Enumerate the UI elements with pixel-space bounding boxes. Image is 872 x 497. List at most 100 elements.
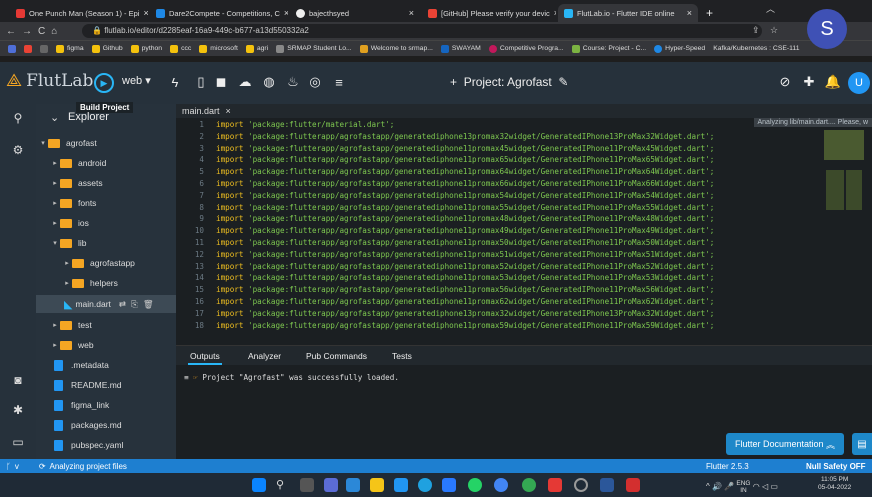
bookmark-item[interactable]: Github (91, 44, 123, 53)
code-line[interactable]: import 'package:flutterapp/agrofastapp/g… (216, 155, 714, 164)
tree-folder[interactable]: ▸ ios (36, 214, 176, 232)
firebase-icon[interactable]: ♨ (284, 73, 302, 91)
shield-icon[interactable] (548, 478, 562, 492)
tree-folder[interactable]: ▸ web (36, 336, 176, 354)
editor-tab-main-dart[interactable]: main.dart × (182, 104, 231, 118)
code-line[interactable]: import 'package:flutterapp/agrofastapp/g… (216, 262, 714, 271)
monitor-icon[interactable]: ▭ (10, 434, 26, 450)
run-button[interactable]: ▶ (94, 73, 114, 93)
store-icon[interactable] (394, 478, 408, 492)
code-line[interactable]: import 'package:flutterapp/agrofastapp/g… (216, 309, 714, 318)
github-icon[interactable]: ◍ (260, 73, 278, 91)
close-icon[interactable]: × (284, 8, 288, 18)
device-icon[interactable]: ▯ (192, 73, 210, 91)
add-user-icon[interactable]: ✚ (800, 73, 818, 91)
user-avatar[interactable]: U (848, 72, 870, 94)
code-line[interactable]: import 'package:flutterapp/agrofastapp/g… (216, 132, 714, 141)
tree-folder[interactable]: ▸ agrofastapp (36, 254, 176, 272)
hot-reload-icon[interactable]: ϟ (166, 73, 184, 91)
bookmark-item[interactable]: Competitive Progra... (488, 44, 564, 53)
share-icon[interactable]: ⇪ (752, 25, 760, 36)
tree-file[interactable]: .metadata (36, 356, 176, 374)
close-icon[interactable]: × (226, 106, 231, 116)
tree-folder[interactable]: ▾ lib (36, 234, 176, 252)
move-icon[interactable]: ⇄ (119, 299, 126, 310)
messenger-icon[interactable] (442, 478, 456, 492)
browser-tab[interactable]: One Punch Man (Season 1) - Epi × (10, 4, 148, 22)
flutter-documentation-button[interactable]: Flutter Documentation ︽ (726, 433, 844, 455)
obs-icon[interactable] (574, 478, 588, 492)
minimap[interactable] (824, 130, 864, 220)
bookmark-item[interactable]: figma (56, 44, 84, 53)
close-icon[interactable]: × (554, 8, 556, 18)
search-icon[interactable]: ⚲ (10, 110, 26, 126)
tab-outputs[interactable]: Outputs (190, 351, 220, 361)
tab-analyzer[interactable]: Analyzer (248, 351, 281, 361)
settings-icon[interactable]: ◎ (306, 73, 324, 91)
save-icon[interactable]: ◼ (212, 73, 230, 91)
theme-icon[interactable]: ⊘ (776, 73, 794, 91)
collapse-icon[interactable]: ⌄ (50, 111, 59, 124)
tree-folder[interactable]: ▸ assets (36, 174, 176, 192)
bug-icon[interactable]: ✱ (10, 402, 26, 418)
task-view-icon[interactable] (300, 478, 314, 492)
tree-folder[interactable]: ▸ android (36, 154, 176, 172)
teams-icon[interactable] (346, 478, 360, 492)
whatsapp-icon[interactable] (468, 478, 482, 492)
browser-tab[interactable]: [GitHub] Please verify your devic× (422, 4, 556, 22)
home-icon[interactable]: ⌂ (51, 26, 57, 37)
bookmark-item[interactable]: python (130, 44, 162, 53)
word-icon[interactable] (600, 478, 614, 492)
project-title[interactable]: + Project: Agrofast ✎ (450, 75, 568, 89)
close-icon[interactable]: × (143, 8, 148, 18)
branch-selector[interactable]: v (15, 462, 19, 471)
flutter-version[interactable]: Flutter 2.5.3 (706, 462, 749, 471)
edge-icon[interactable] (418, 478, 432, 492)
bookmark-item[interactable]: Hyper-Speed (654, 44, 705, 53)
tree-folder[interactable]: ▸ helpers (36, 274, 176, 292)
profile-avatar[interactable]: S (807, 9, 847, 49)
system-tray[interactable]: ^ 🔊 🎤 ENG IN ◠ ◁ ▭ (706, 480, 778, 494)
code-line[interactable]: import 'package:flutterapp/agrofastapp/g… (216, 297, 714, 306)
windows-start-icon[interactable] (252, 478, 266, 492)
delete-icon[interactable]: 🗑 (143, 299, 154, 310)
bookmark-misc[interactable] (40, 44, 48, 53)
target-select[interactable]: web ▾ (122, 74, 151, 87)
code-line[interactable]: import 'package:flutterapp/agrofastapp/g… (216, 250, 714, 259)
tree-folder[interactable]: ▸ test (36, 316, 176, 334)
file-explorer-icon[interactable] (370, 478, 384, 492)
tree-file[interactable]: README.md (36, 376, 176, 394)
bookmark-item[interactable]: Course: Project - C... (571, 44, 646, 53)
tree-file[interactable]: packages.md (36, 416, 176, 434)
code-line[interactable]: import 'package:flutterapp/agrofastapp/g… (216, 214, 714, 223)
copy-icon[interactable]: ⎘ (131, 299, 138, 310)
code-line[interactable]: import 'package:flutterapp/agrofastapp/g… (216, 179, 714, 188)
tree-folder[interactable]: ▸ fonts (36, 194, 176, 212)
code-line[interactable]: import 'package:flutterapp/agrofastapp/g… (216, 144, 714, 153)
bookmark-item[interactable]: Kafka/Kubernetes : CSE-111 (713, 45, 799, 52)
tree-file[interactable]: pubspec.yaml (36, 436, 176, 454)
pdf-icon[interactable] (626, 478, 640, 492)
tab-tests[interactable]: Tests (392, 351, 412, 361)
code-editor[interactable]: Analyzing lib/main.dart.... Please, w 1 i… (176, 118, 872, 345)
forward-icon[interactable]: → (22, 26, 32, 37)
clock[interactable]: 11:05 PM 05-04-2022 (818, 476, 851, 492)
format-icon[interactable]: ≡ (330, 73, 348, 91)
tree-file[interactable]: figma_link (36, 396, 176, 414)
gear-icon[interactable]: ⚙ (10, 142, 26, 158)
close-icon[interactable]: × (409, 8, 414, 18)
chat-button[interactable]: ▤ (852, 433, 872, 455)
pencil-icon[interactable]: ✎ (558, 75, 568, 89)
code-line[interactable]: import 'package:flutter/material.dart'; (216, 120, 394, 129)
bookmark-apps[interactable] (8, 44, 16, 53)
chrome-profile-icon[interactable] (522, 478, 536, 492)
browser-tab[interactable]: bajecthsyed × (290, 4, 420, 22)
code-line[interactable]: import 'package:flutterapp/agrofastapp/g… (216, 203, 714, 212)
star-icon[interactable]: ☆ (770, 25, 778, 36)
reload-icon[interactable]: C (38, 26, 45, 37)
code-line[interactable]: import 'package:flutterapp/agrofastapp/g… (216, 285, 714, 294)
close-icon[interactable]: × (687, 8, 692, 18)
tree-file-main-dart[interactable]: ◣ main.dart ⇄ ⎘ 🗑 (36, 295, 176, 313)
chevron-up-icon[interactable]: ︿ (766, 2, 775, 15)
bookmark-item[interactable]: SRMAP Student Lo... (276, 44, 352, 53)
